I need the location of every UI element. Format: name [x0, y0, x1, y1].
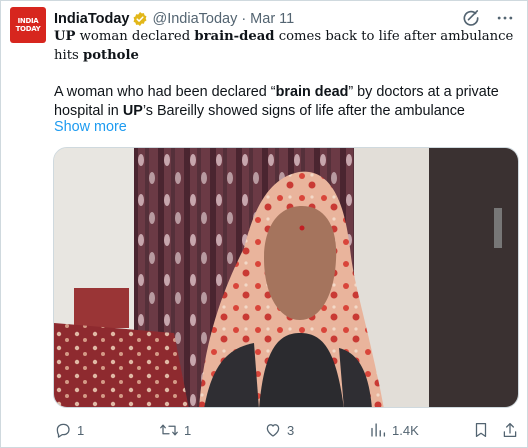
bookmark-action[interactable]	[472, 417, 490, 443]
like-action[interactable]: 3	[264, 417, 294, 443]
body-part-5: ’s Bareilly showed signs of life after t…	[142, 103, 465, 119]
action-bar: 1 1 3 1.4K	[1, 417, 528, 443]
retweet-action[interactable]: 1	[159, 417, 191, 443]
views-count: 1.4K	[392, 422, 419, 438]
media-photo	[54, 148, 518, 407]
share-action[interactable]	[501, 417, 519, 443]
tweet-header: IndiaToday @IndiaToday · Mar 11	[54, 9, 294, 29]
views-action[interactable]: 1.4K	[369, 417, 419, 443]
headline-part-1: UP	[54, 29, 76, 44]
show-more-link[interactable]: Show more	[54, 119, 127, 135]
heart-icon	[266, 424, 280, 437]
display-name[interactable]: IndiaToday	[54, 11, 129, 27]
separator-dot: ·	[241, 11, 247, 27]
headline-part-2: woman declared	[75, 29, 195, 44]
reply-count: 1	[77, 422, 85, 438]
avatar[interactable]: INDIA TODAY	[10, 7, 46, 43]
like-count: 3	[287, 422, 295, 438]
tweet-date[interactable]: Mar 11	[250, 11, 294, 27]
user-handle[interactable]: @IndiaToday	[152, 11, 237, 27]
tweet-headline: UP woman declared brain-dead comes back …	[54, 28, 514, 65]
grok-icon[interactable]	[461, 8, 481, 28]
headline-part-5: pothole	[82, 47, 139, 63]
tweet-body: A woman who had been declared “brain dea…	[54, 83, 519, 121]
more-icon[interactable]	[495, 8, 515, 28]
reply-action[interactable]: 1	[54, 417, 84, 443]
body-part-1: A woman who had been declared “	[54, 84, 276, 100]
top-right-icons	[461, 8, 515, 28]
bookmark-icon	[475, 422, 487, 438]
reply-icon	[56, 423, 70, 438]
headline-part-3: brain-dead	[194, 29, 275, 44]
avatar-line-1: INDIA	[17, 17, 39, 25]
retweet-count: 1	[184, 422, 192, 438]
share-icon	[503, 422, 517, 438]
body-part-4: UP	[122, 103, 143, 119]
verified-badge-icon[interactable]	[132, 11, 148, 27]
body-part-2: brain dead	[275, 84, 349, 100]
avatar-line-2: TODAY	[15, 25, 41, 33]
retweet-icon	[160, 424, 178, 436]
tweet-card[interactable]: INDIA TODAY IndiaToday @IndiaToday · Mar…	[0, 0, 528, 448]
tweet-media-image[interactable]	[53, 147, 519, 408]
views-icon	[371, 423, 386, 437]
